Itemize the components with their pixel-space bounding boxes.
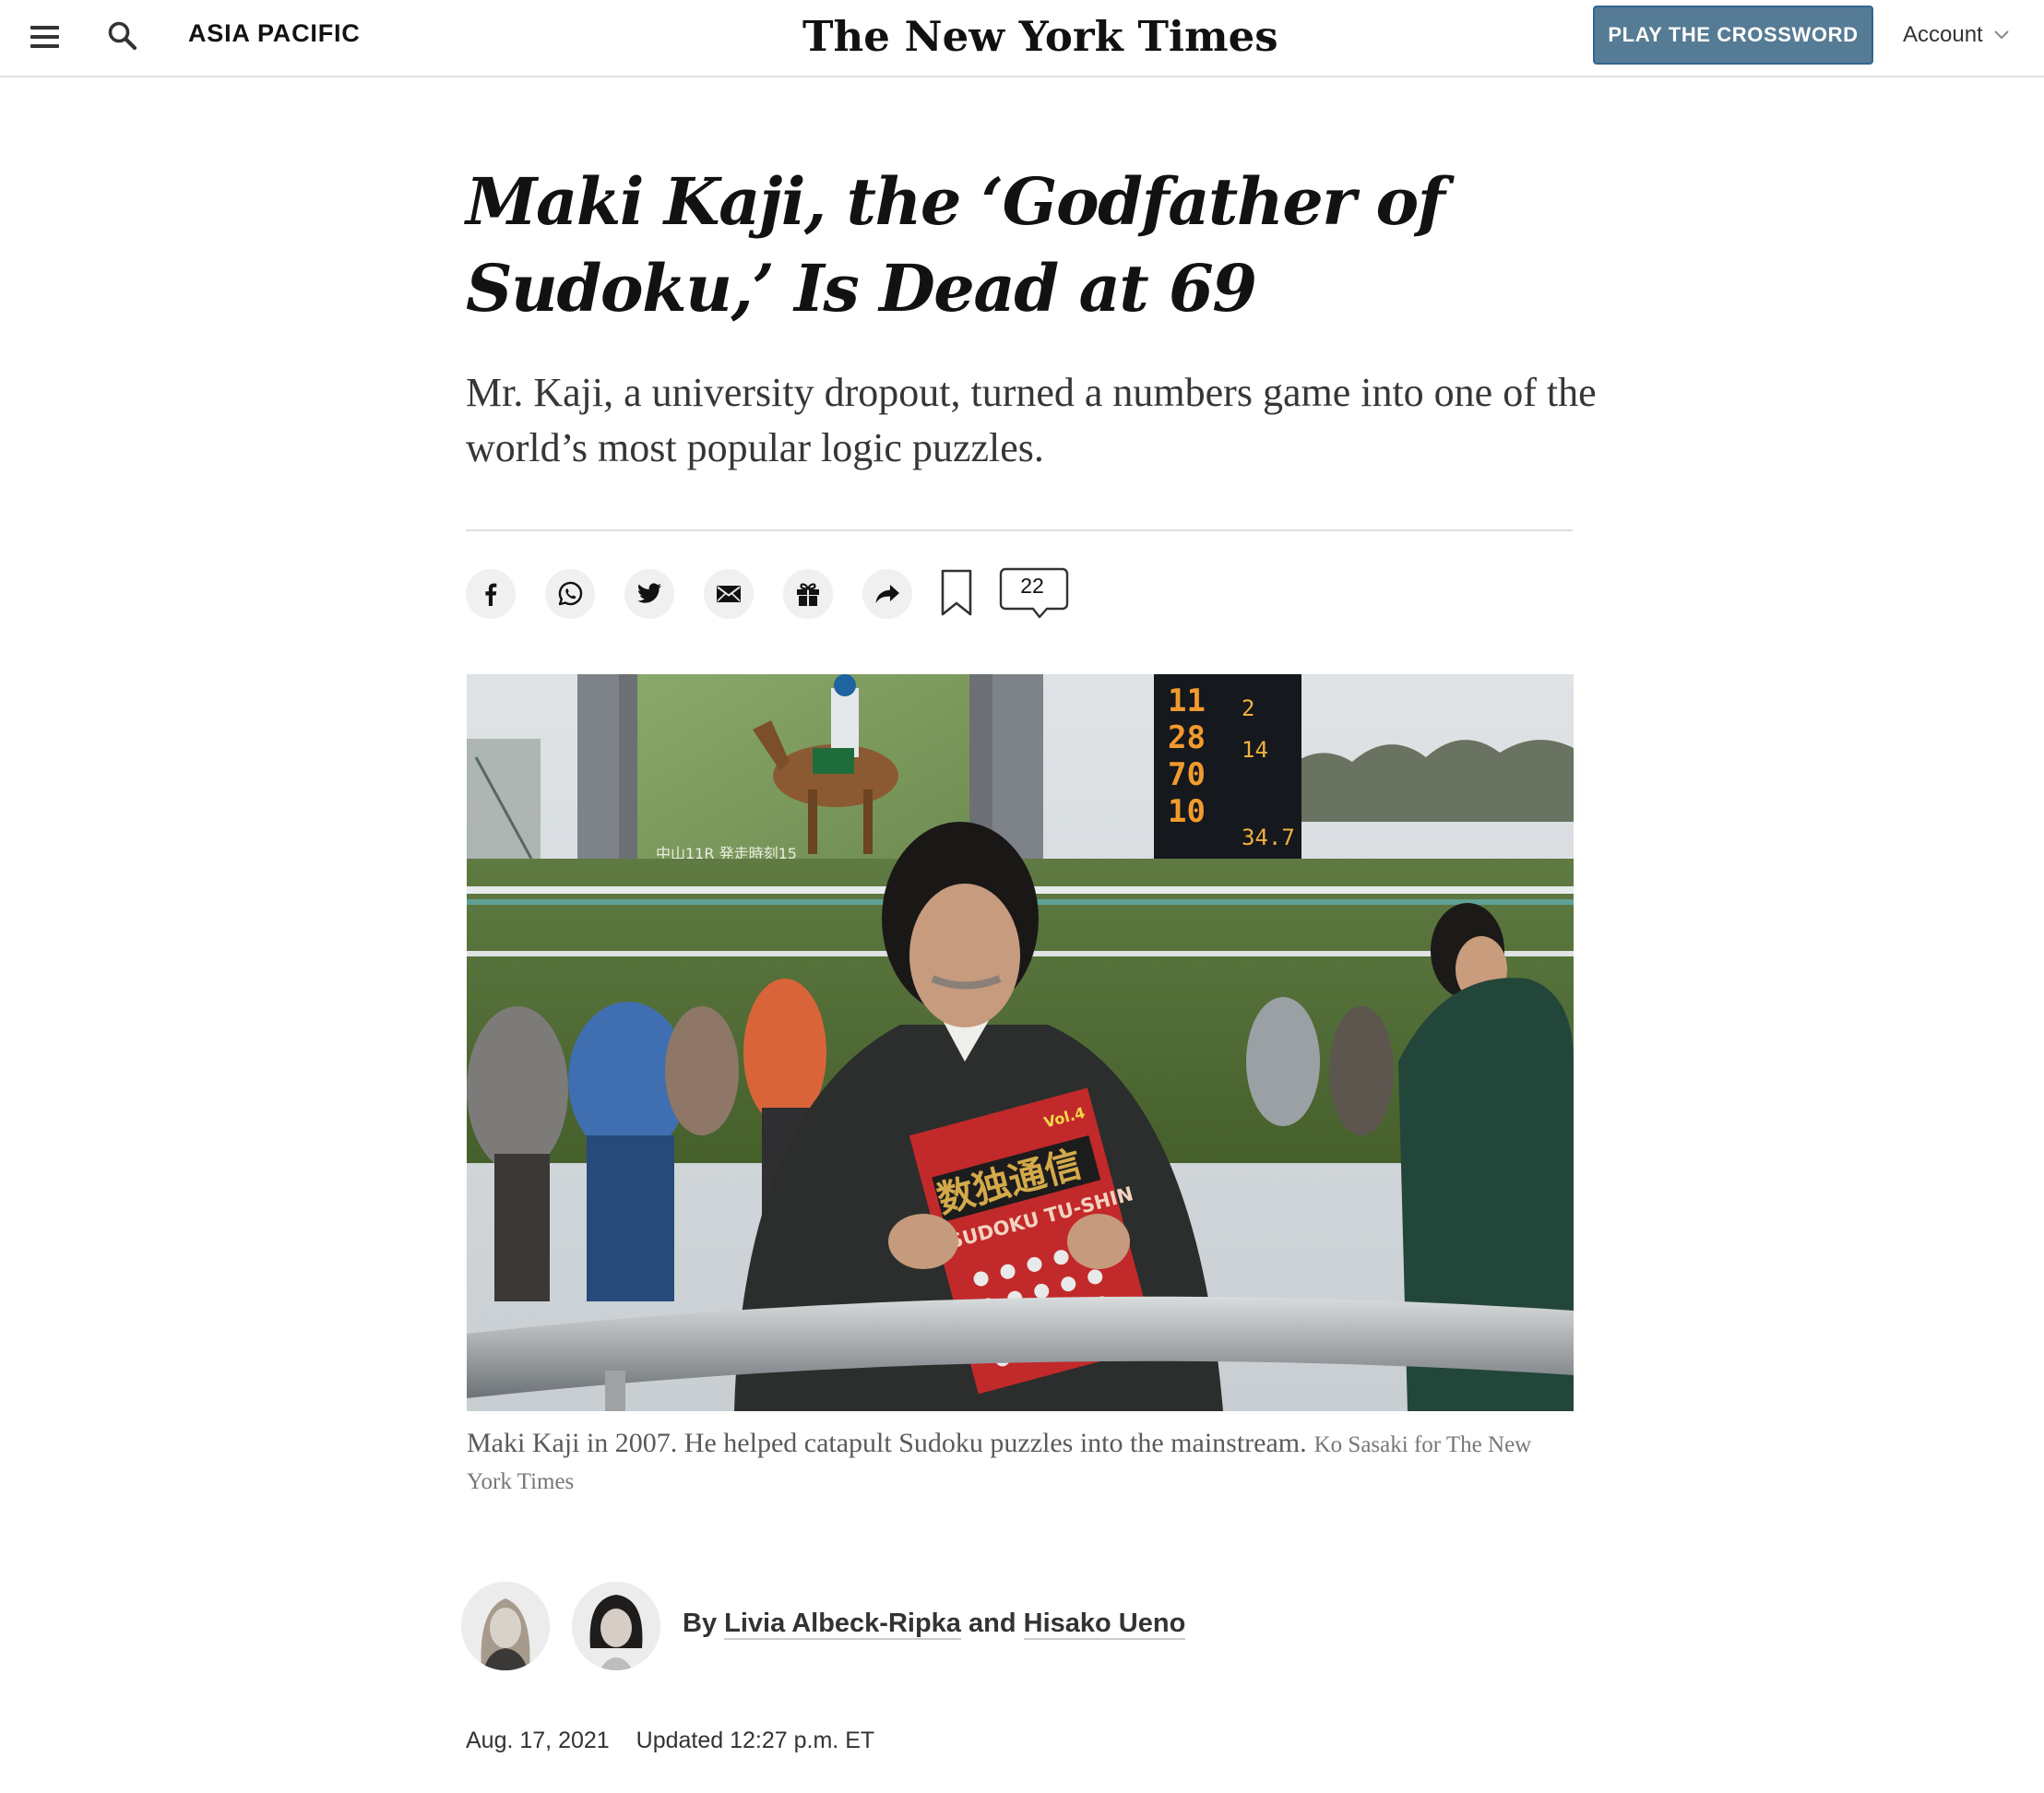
account-label: Account	[1903, 22, 1983, 47]
updated-timestamp: Updated 12:27 p.m. ET	[636, 1728, 875, 1753]
email-icon	[717, 586, 741, 602]
more-share-button[interactable]	[862, 569, 912, 619]
lead-photo[interactable]: 中山11R 発走時刻15 11 28 70 10 2 14 34.7 数独通信 …	[467, 674, 1574, 1411]
svg-text:11: 11	[1168, 683, 1206, 719]
photo-caption: Maki Kaji in 2007. He helped catapult Su…	[467, 1426, 1574, 1500]
gift-article-button[interactable]	[783, 569, 833, 619]
svg-text:14: 14	[1242, 737, 1268, 763]
whatsapp-share-button[interactable]	[545, 569, 595, 619]
bookmark-icon[interactable]	[941, 569, 972, 617]
masthead-logo[interactable]: The New York Times	[802, 9, 1278, 65]
svg-text:2: 2	[1242, 695, 1254, 721]
chevron-down-icon	[1994, 30, 2009, 40]
avatar[interactable]	[461, 1582, 550, 1670]
dateline: Aug. 17, 2021 Updated 12:27 p.m. ET	[466, 1728, 874, 1754]
author-link-hisako-ueno[interactable]: Hisako Ueno	[1023, 1609, 1186, 1640]
whatsapp-icon	[558, 581, 583, 606]
account-menu[interactable]: Account	[1903, 22, 2009, 48]
gift-icon	[797, 583, 819, 606]
article-summary: Mr. Kaji, a university dropout, turned a…	[466, 370, 1597, 470]
svg-text:70: 70	[1168, 756, 1206, 793]
facebook-icon	[485, 583, 497, 606]
twitter-icon	[637, 583, 661, 603]
hamburger-menu-icon[interactable]	[30, 26, 59, 48]
svg-text:28: 28	[1168, 719, 1206, 756]
byline-joiner: and	[969, 1609, 1016, 1638]
share-arrow-icon	[875, 585, 899, 603]
caption-text: Maki Kaji in 2007. He helped catapult Su…	[467, 1428, 1307, 1458]
facebook-share-button[interactable]	[466, 569, 516, 619]
publish-date: Aug. 17, 2021	[466, 1728, 610, 1753]
svg-text:10: 10	[1168, 793, 1206, 830]
avatar[interactable]	[572, 1582, 660, 1670]
top-navigation-bar: ASIA PACIFIC The New York Times PLAY THE…	[0, 0, 2044, 77]
twitter-share-button[interactable]	[624, 569, 674, 619]
email-share-button[interactable]	[704, 569, 754, 619]
article-headline: Maki Kaji, the ‘Godfather of Sudoku,’ Is…	[466, 163, 1445, 327]
search-icon[interactable]	[107, 20, 138, 52]
comment-count: 22	[1020, 574, 1044, 598]
divider	[466, 529, 1573, 531]
play-crossword-button[interactable]: PLAY THE CROSSWORD	[1593, 6, 1873, 65]
comments-button[interactable]: 22	[999, 567, 1071, 626]
byline: By Livia Albeck-Ripka and Hisako Ueno	[683, 1609, 1186, 1640]
svg-text:34.7: 34.7	[1242, 825, 1295, 850]
author-link-livia-albeck-ripka[interactable]: Livia Albeck-Ripka	[724, 1609, 961, 1640]
byline-prefix: By	[683, 1609, 718, 1638]
section-link-asia-pacific[interactable]: ASIA PACIFIC	[188, 19, 361, 48]
